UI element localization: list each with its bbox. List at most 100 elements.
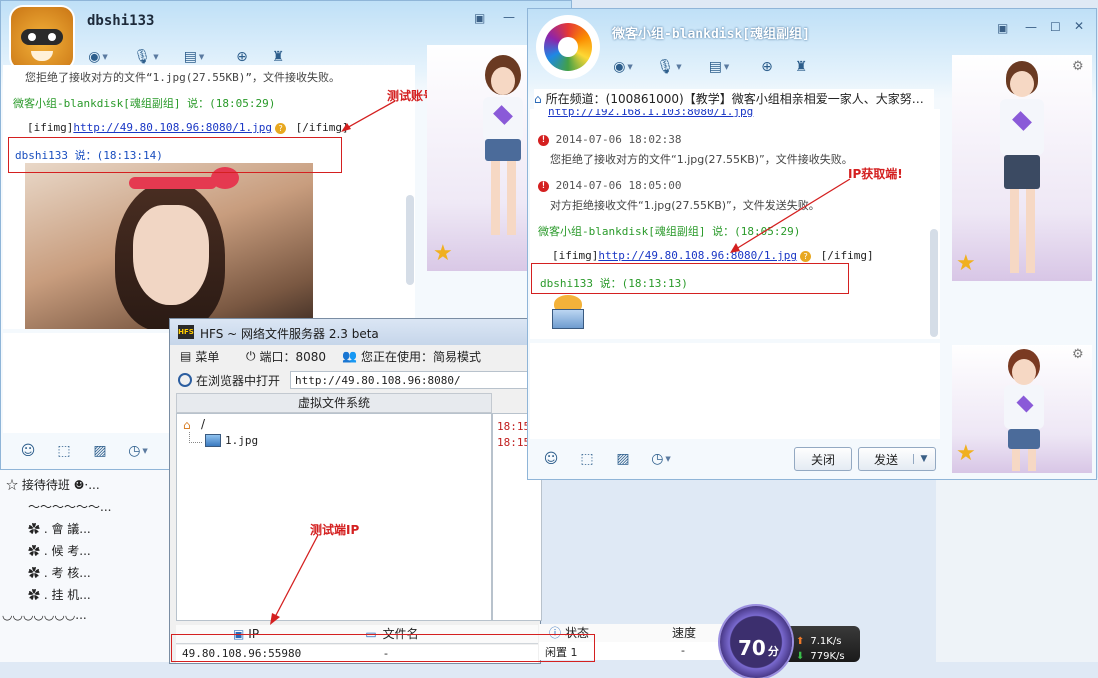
close-button[interactable]: ✕ <box>1074 19 1084 33</box>
minimize-button[interactable]: — <box>503 10 515 24</box>
error-icon: ! <box>538 134 549 146</box>
avatar <box>11 7 73 69</box>
port-icon: ⏻ <box>246 348 256 363</box>
score-unit: 分 <box>767 645 779 658</box>
scrollbar[interactable] <box>406 195 414 285</box>
user-info-icon[interactable]: ♜ <box>267 47 289 67</box>
users-icon: 👥 <box>342 349 357 363</box>
port-button[interactable]: ⏻ 端口：8080 <box>246 345 326 367</box>
input-area[interactable] <box>530 343 940 439</box>
list-item[interactable]: ✿ . 會 議... <box>28 520 91 537</box>
list-item[interactable]: ～～～～～～... <box>28 498 111 515</box>
channel-value[interactable]: (100861000)【教学】微客小组相亲相爱一家人、大家努… <box>606 92 924 106</box>
voice-call-icon[interactable]: 🎙 ▼ <box>656 57 681 77</box>
video-call-icon[interactable]: ◉ ▼ <box>87 47 109 67</box>
list-item[interactable]: ✿ . 候 考... <box>28 542 91 559</box>
highlight-box <box>531 263 849 294</box>
vfs-tree: ⌂ / 1.jpg <box>176 413 492 621</box>
hfs-logo: HFS <box>178 325 194 339</box>
log-line: 18:15 <box>497 436 531 449</box>
message-text: [ifimg]http://49.80.108.96:8080/1.jpg? [… <box>27 121 349 134</box>
history-icon[interactable]: ◷ ▼ <box>650 449 672 469</box>
emoji-icon[interactable]: ☺ <box>540 449 562 469</box>
partial-link[interactable]: http://192.168.1.103:8080/1.jpg <box>548 109 753 118</box>
download-speed: ⬇ 779K/s <box>796 651 845 662</box>
highlight-box <box>171 634 595 662</box>
menu-dropdown-button[interactable]: ▣ <box>474 11 485 25</box>
upload-speed: ⬆ 7.1K/s <box>796 636 841 647</box>
annotation-arrow <box>341 100 396 132</box>
desktop-right-strip <box>936 478 1098 662</box>
avatar <box>538 17 598 77</box>
vfs-file[interactable]: 1.jpg <box>225 434 258 447</box>
image-icon[interactable]: ▨ <box>89 441 111 461</box>
home-icon: ⌂ <box>183 418 191 432</box>
score-value: 70 分 <box>738 636 779 660</box>
contact-list: ☆ 接待待班 ☻·... ～～～～～～... ✿ . 會 議... ✿ . 候 … <box>0 470 175 630</box>
scrollbar[interactable] <box>930 229 938 337</box>
channel-bar: ⌂ 所在频道：(100861000)【教学】微客小组相亲相爱一家人、大家努… <box>534 89 934 109</box>
event-time-text: 2014-07-06 18:02:38 <box>555 133 682 146</box>
send-file-icon[interactable]: ▤ ▼ <box>183 47 205 67</box>
list-item[interactable]: ✿ . 挂 机... <box>28 586 91 603</box>
screenshot-icon[interactable]: ⬚ <box>576 449 598 469</box>
history-icon[interactable]: ◷ ▼ <box>127 441 149 461</box>
screenshot-icon[interactable]: ⬚ <box>53 441 75 461</box>
image-icon[interactable]: ▨ <box>612 449 634 469</box>
url-field[interactable]: http://49.80.108.96:8080/ <box>290 371 530 389</box>
send-file-icon[interactable]: ▤ ▼ <box>708 57 730 77</box>
voice-call-icon[interactable]: 🎙 ▼ <box>133 47 158 67</box>
minimize-button[interactable]: — <box>1025 20 1037 34</box>
emoji-icon[interactable]: ☺ <box>17 441 39 461</box>
video-call-icon[interactable]: ◉ ▼ <box>612 57 634 77</box>
right-chat-window: 微客小组-blankdisk[魂组副组] ▣ — ☐ ✕ ◉ ▼ 🎙 ▼ ▤ ▼ ⊕ … <box>527 8 1097 480</box>
event-time-text: 2014-07-06 18:05:00 <box>555 179 682 192</box>
star-badge-icon[interactable]: ★ <box>956 441 976 466</box>
log-line: 18:15 <box>497 420 531 433</box>
invite-icon[interactable]: ⊕ <box>231 47 253 67</box>
tree-line <box>189 432 202 443</box>
open-in-browser-label: 在浏览器中打开 <box>196 373 281 388</box>
star-badge-icon[interactable]: ★ <box>433 241 453 266</box>
port-label: 端口：8080 <box>259 349 327 364</box>
image-link[interactable]: http://49.80.108.96:8080/1.jpg <box>73 121 272 134</box>
col-speed[interactable]: 速度 <box>659 624 709 642</box>
annotation-arrow <box>730 178 851 253</box>
settings-icon[interactable]: ⚙ <box>1072 59 1084 74</box>
received-photo <box>25 163 313 329</box>
vfs-root[interactable]: / <box>201 417 205 431</box>
chevron-down-icon[interactable]: ▼ <box>913 454 934 464</box>
settings-icon[interactable]: ⚙ <box>1072 347 1084 362</box>
hfs-window: HFS HFS ~ 网络文件服务器 2.3 beta ▤ 菜单 ⏻ 端口：8080 … <box>169 318 542 664</box>
send-button[interactable]: 发送 ▼ <box>858 447 936 471</box>
arrow-up-icon: ⬆ <box>796 636 805 647</box>
user-info-icon[interactable]: ♜ <box>790 57 812 77</box>
speed-widget: 70 分 ⬆ 7.1K/s ⬇ 779K/s <box>720 606 864 678</box>
menu-dropdown-button[interactable]: ▣ <box>997 21 1008 35</box>
list-item[interactable]: ☆ 接待待班 ☻·... <box>6 476 100 493</box>
image-file-icon <box>205 434 221 447</box>
open-in-browser-button[interactable]: 在浏览器中打开 <box>178 371 280 389</box>
globe-icon <box>178 373 192 387</box>
menu-label: 菜单 <box>195 349 220 364</box>
mode-button[interactable]: 👥 您正在使用：简易模式 <box>342 345 481 367</box>
star-badge-icon[interactable]: ★ <box>956 251 976 276</box>
arrow-down-icon: ⬇ <box>796 651 805 662</box>
menu-icon: ▤ <box>180 349 192 363</box>
score-number: 70 <box>738 636 766 660</box>
ifimg-open-tag: [ifimg] <box>27 121 74 134</box>
list-item[interactable]: ✿ . 考 核... <box>28 564 91 581</box>
event-text: 您拒绝了接收对方的文件“1.jpg(27.55KB)”，文件接收失败。 <box>550 153 853 166</box>
menu-button[interactable]: ▤ 菜单 <box>180 345 219 367</box>
channel-label: 所在频道： <box>545 92 606 106</box>
close-chat-button[interactable]: 关闭 <box>794 447 852 471</box>
invite-icon[interactable]: ⊕ <box>756 57 778 77</box>
partial-message: 您拒绝了接收对方的文件“1.jpg(27.55KB)”，文件接收失败。 <box>25 71 340 84</box>
ifimg-open-tag: [ifimg] <box>552 249 599 262</box>
home-icon: ⌂ <box>534 92 542 106</box>
error-icon: ! <box>538 180 549 192</box>
self-avatar-panel: ★ ⚙ <box>952 345 1092 473</box>
row-speed: - <box>681 644 685 657</box>
show-avatar-panel: ★ ⚙ <box>952 55 1092 281</box>
maximize-button[interactable]: ☐ <box>1050 20 1061 34</box>
